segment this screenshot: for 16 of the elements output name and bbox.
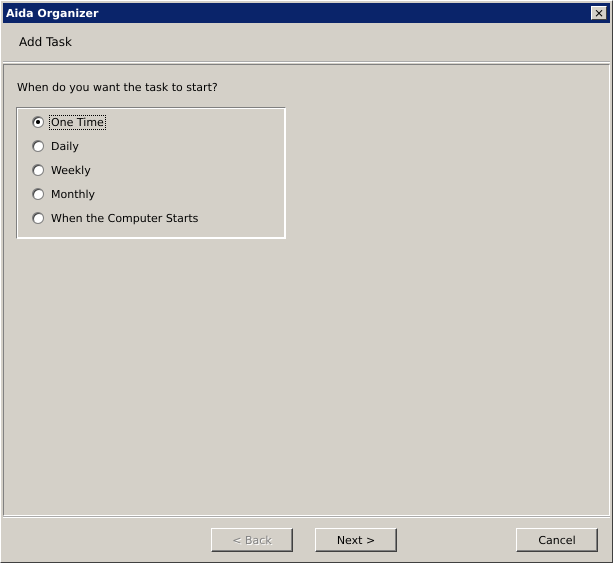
option-label[interactable]: Daily [49,138,81,154]
radio-button[interactable] [32,116,44,128]
window-title: Aida Organizer [6,6,98,20]
radio-button[interactable] [32,188,44,200]
radio-button[interactable] [32,140,44,152]
close-button[interactable]: × [591,6,607,20]
option-label[interactable]: When the Computer Starts [49,210,200,226]
radio-button[interactable] [32,164,44,176]
option-label[interactable]: Weekly [49,162,93,178]
question-label: When do you want the task to start? [17,81,218,94]
radio-button[interactable] [32,212,44,224]
wizard-button[interactable]: Next > [315,528,397,552]
option-label[interactable]: Monthly [49,186,98,202]
page-title: Add Task [19,35,72,49]
cancel-button[interactable]: Cancel [516,528,598,552]
option-label[interactable]: One Time [49,114,106,130]
